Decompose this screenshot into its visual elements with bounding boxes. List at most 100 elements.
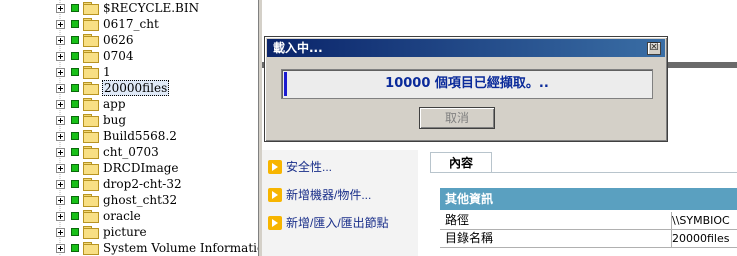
checkbox-icon[interactable] <box>71 68 79 76</box>
tree-item-label: Build5568.2 <box>103 129 177 143</box>
tree-item[interactable]: bug <box>56 112 127 128</box>
expand-plus-icon[interactable] <box>56 99 65 109</box>
info-value: 20000files <box>672 232 730 245</box>
tree-item[interactable]: drop2-cht-32 <box>56 176 183 192</box>
cancel-button[interactable]: 取消 <box>419 107 495 129</box>
expand-plus-icon[interactable] <box>56 3 65 13</box>
checkbox-icon[interactable] <box>71 244 79 252</box>
folder-icon <box>83 34 99 47</box>
progress-box: 10000 個項目已經擷取。.. <box>281 69 653 99</box>
dialog-title: 載入中... <box>273 41 323 55</box>
expand-plus-icon[interactable] <box>56 131 65 141</box>
security-link[interactable]: 安全性... <box>268 158 332 175</box>
folder-icon <box>83 50 99 63</box>
tree-item-label: ghost_cht32 <box>103 193 178 207</box>
add-device-link[interactable]: 新增機器/物件... <box>268 186 371 203</box>
expand-plus-icon[interactable] <box>56 163 65 173</box>
expand-plus-icon[interactable] <box>56 19 65 29</box>
expand-plus-icon[interactable] <box>56 115 65 125</box>
tree-item-label: cht_0703 <box>103 145 159 159</box>
folder-icon <box>83 242 99 255</box>
tree-item[interactable]: picture <box>56 224 148 240</box>
tree-item-label: 0704 <box>103 49 134 63</box>
expand-plus-icon[interactable] <box>56 195 65 205</box>
checkbox-icon[interactable] <box>71 164 79 172</box>
expand-plus-icon[interactable] <box>56 51 65 61</box>
folder-icon <box>83 66 99 79</box>
arrow-right-icon <box>268 187 282 202</box>
tree-item[interactable]: ghost_cht32 <box>56 192 178 208</box>
expand-plus-icon[interactable] <box>56 147 65 157</box>
tab-divider <box>430 172 737 173</box>
tab-content[interactable]: 內容 <box>430 152 492 173</box>
tree-item-label: oracle <box>103 209 141 223</box>
folder-icon <box>83 130 99 143</box>
checkbox-icon[interactable] <box>71 84 79 92</box>
tree-item-label: $RECYCLE.BIN <box>103 1 200 15</box>
info-key: 目錄名稱 <box>440 230 672 247</box>
folder-icon <box>83 226 99 239</box>
checkbox-icon[interactable] <box>71 228 79 236</box>
tree-item[interactable]: $RECYCLE.BIN <box>56 0 200 16</box>
checkbox-icon[interactable] <box>71 36 79 44</box>
add-device-label: 新增機器/物件... <box>286 188 372 202</box>
security-label: 安全性... <box>286 160 333 174</box>
actions-panel: 安全性... 新增機器/物件... 新增/匯入/匯出節點 <box>262 150 418 256</box>
checkbox-icon[interactable] <box>71 180 79 188</box>
tree-item-label: app <box>103 97 126 111</box>
checkbox-icon[interactable] <box>71 148 79 156</box>
tree-item-label: picture <box>103 225 147 239</box>
progress-text: 10000 個項目已經擷取。.. <box>385 76 549 91</box>
info-row: 路徑 \\SYMBIOC <box>440 212 737 230</box>
tree-item-label: drop2-cht-32 <box>103 177 182 191</box>
checkbox-icon[interactable] <box>71 20 79 28</box>
expand-plus-icon[interactable] <box>56 83 65 93</box>
info-row: 目錄名稱 20000files <box>440 230 737 248</box>
close-button[interactable]: ☒ <box>647 42 661 55</box>
tree-item[interactable]: oracle <box>56 208 142 224</box>
expand-plus-icon[interactable] <box>56 35 65 45</box>
tree-item-label: 20000files <box>102 80 170 96</box>
tree-item-label: bug <box>103 113 127 127</box>
folder-icon <box>83 114 99 127</box>
checkbox-icon[interactable] <box>71 116 79 124</box>
checkbox-icon[interactable] <box>71 132 79 140</box>
tree-item[interactable]: app <box>56 96 127 112</box>
folder-icon <box>83 2 99 15</box>
info-header: 其他資訊 <box>440 188 737 210</box>
info-value: \\SYMBIOC <box>672 214 730 227</box>
add-import-export-label: 新增/匯入/匯出節點 <box>286 216 389 230</box>
tree-item-label: DRCDImage <box>103 161 179 175</box>
expand-plus-icon[interactable] <box>56 227 65 237</box>
checkbox-icon[interactable] <box>71 52 79 60</box>
tree-item[interactable]: 0626 <box>56 32 135 48</box>
expand-plus-icon[interactable] <box>56 243 65 253</box>
dialog-titlebar[interactable]: 載入中... ☒ <box>267 39 665 57</box>
expand-plus-icon[interactable] <box>56 67 65 77</box>
checkbox-icon[interactable] <box>71 196 79 204</box>
checkbox-icon[interactable] <box>71 4 79 12</box>
info-key: 路徑 <box>440 212 672 229</box>
checkbox-icon[interactable] <box>71 212 79 220</box>
tree-item[interactable]: Build5568.2 <box>56 128 178 144</box>
folder-icon <box>83 210 99 223</box>
tree-item-selected[interactable]: 20000files <box>56 80 170 96</box>
tree-item[interactable]: DRCDImage <box>56 160 180 176</box>
loading-dialog: 載入中... ☒ 10000 個項目已經擷取。.. 取消 <box>264 36 668 142</box>
folder-icon <box>83 194 99 207</box>
tree-item[interactable]: cht_0703 <box>56 144 160 160</box>
folder-icon <box>83 82 99 95</box>
tree-item[interactable]: 1 <box>56 64 112 80</box>
checkbox-icon[interactable] <box>71 100 79 108</box>
tree-item[interactable]: 0617_cht <box>56 16 160 32</box>
expand-plus-icon[interactable] <box>56 211 65 221</box>
tree-item[interactable]: System Volume Information <box>56 240 258 256</box>
info-section: 其他資訊 路徑 \\SYMBIOC 目錄名稱 20000files <box>440 188 737 256</box>
add-import-export-link[interactable]: 新增/匯入/匯出節點 <box>268 214 389 231</box>
expand-plus-icon[interactable] <box>56 179 65 189</box>
tree-item-label: 0617_cht <box>103 17 159 31</box>
folder-icon <box>83 178 99 191</box>
tree-item-label: System Volume Information <box>103 241 258 255</box>
folder-icon <box>83 18 99 31</box>
tree-item[interactable]: 0704 <box>56 48 135 64</box>
